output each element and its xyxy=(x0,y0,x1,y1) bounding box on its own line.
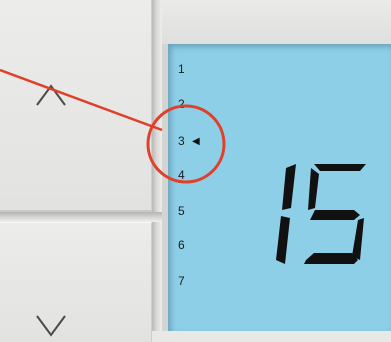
annotation-circle xyxy=(146,104,226,184)
annotation-pointer-line xyxy=(0,68,163,132)
thermostat-device: 1 2 3 4 5 6 7 ◀ 15 xyxy=(0,0,391,342)
annotation-overlay xyxy=(0,68,226,184)
